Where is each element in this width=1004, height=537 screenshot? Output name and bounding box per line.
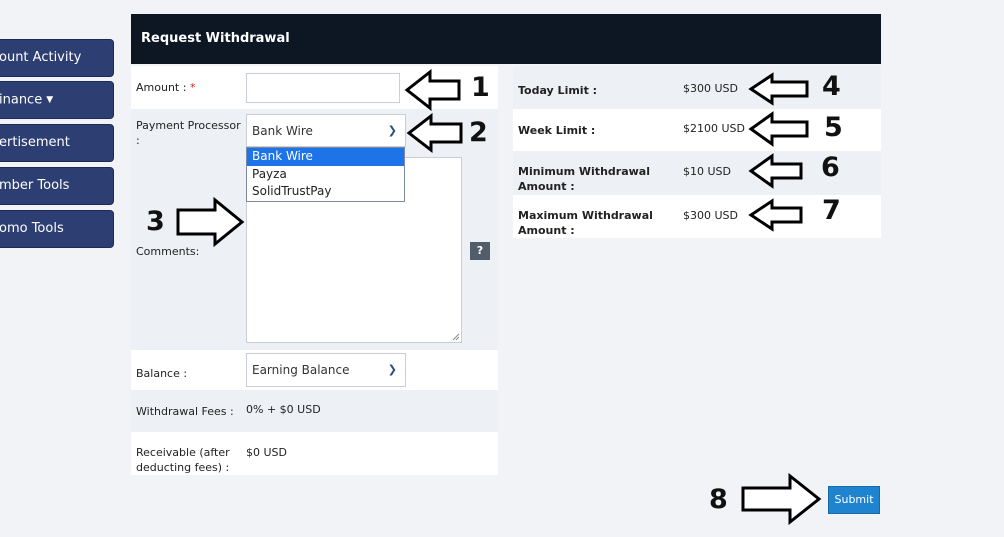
annotation-5: 5 [824,112,843,143]
fees-label: Withdrawal Fees : [136,405,234,418]
annotation-1: 1 [471,72,490,103]
annotation-2: 2 [469,117,488,148]
fees-row: Withdrawal Fees : 0% + $0 USD [131,390,498,432]
balance-selected-value: Earning Balance [252,363,350,377]
arrow-left-icon [748,153,803,189]
sidebar-item-label: inance [0,92,43,108]
arrow-left-icon [406,113,463,153]
sidebar-item-label: omo Tools [0,221,64,236]
receivable-value: $0 USD [246,446,287,459]
sidebar-item-advertisement[interactable]: ertisement [0,124,114,162]
sidebar-item-member-tools[interactable]: mber Tools [0,167,114,205]
min-withdrawal-value: $10 USD [683,165,731,178]
annotation-3: 3 [146,206,165,237]
today-limit-value: $300 USD [683,82,738,95]
balance-label: Balance : [136,367,188,380]
annotation-6: 6 [821,152,840,183]
panel-title: Request Withdrawal [131,14,881,64]
balance-select[interactable]: Earning Balance ❯ [246,353,406,387]
processor-option[interactable]: SolidTrustPay [247,183,404,201]
receivable-row: Receivable (after deducting fees) : $0 U… [131,432,498,475]
chevron-down-icon: ❯ [387,124,397,137]
annotation-7: 7 [822,195,841,226]
sidebar-item-promo-tools[interactable]: omo Tools [0,210,114,248]
sidebar-item-label: ount Activity [0,50,82,65]
processor-label: Payment Processor : [136,119,241,147]
sidebar-item-account-activity[interactable]: ount Activity [0,39,114,77]
max-withdrawal-value: $300 USD [683,209,738,222]
receivable-label: Receivable (after deducting fees) : [136,446,230,474]
processor-dropdown: Bank Wire Payza SolidTrustPay [246,147,405,202]
amount-input[interactable] [246,73,400,103]
arrow-right-icon [741,473,822,525]
amount-label: Amount : * [136,81,196,94]
processor-selected-value: Bank Wire [252,124,313,138]
arrow-left-icon [748,72,809,106]
fees-value: 0% + $0 USD [246,403,321,416]
min-withdrawal-label: Minimum Withdrawal Amount : [518,165,650,193]
week-limit-value: $2100 USD [683,122,745,135]
processor-option[interactable]: Payza [247,166,404,184]
submit-button[interactable]: Submit [828,486,880,514]
arrow-left-icon [748,111,809,147]
sidebar-item-label: ertisement [0,135,70,150]
sidebar-item-finance[interactable]: inance ▼ [0,81,114,119]
caret-down-icon: ▼ [46,95,54,105]
resize-handle-icon[interactable] [452,333,460,341]
arrow-right-icon [176,197,245,247]
processor-select[interactable]: Bank Wire ❯ [246,114,406,147]
today-limit-label: Today Limit : [518,84,598,97]
annotation-8: 8 [709,484,728,515]
help-icon[interactable]: ? [470,242,490,260]
chevron-down-icon: ❯ [387,363,397,376]
max-withdrawal-label: Maximum Withdrawal Amount : [518,209,653,237]
required-mark: * [189,81,196,94]
arrow-left-icon [748,198,803,232]
week-limit-label: Week Limit : [518,124,596,137]
annotation-4: 4 [822,71,841,102]
sidebar-item-label: mber Tools [0,178,70,193]
processor-option[interactable]: Bank Wire [247,148,404,166]
arrow-left-icon [404,69,461,111]
